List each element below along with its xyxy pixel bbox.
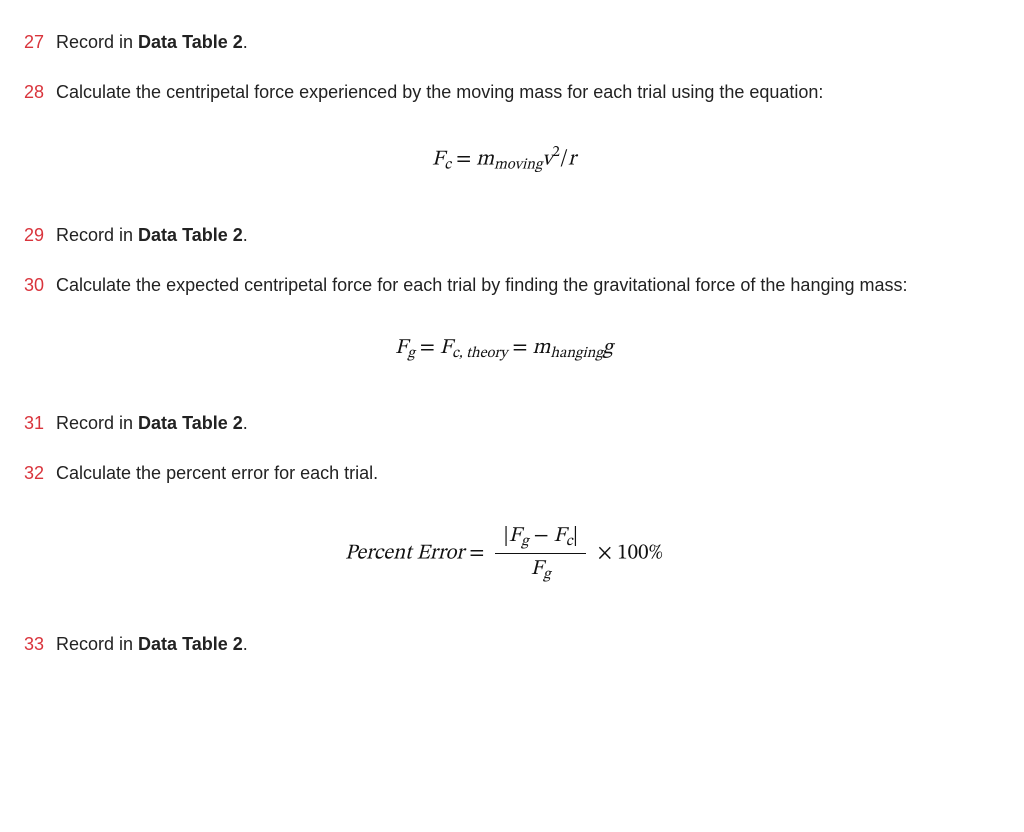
text-post: .	[243, 32, 248, 52]
minus: −	[529, 525, 554, 546]
step-33: 33 Record in Data Table 2.	[24, 632, 984, 656]
equals2: =	[507, 337, 532, 358]
step-text: Record in Data Table 2.	[56, 411, 984, 435]
var-F2: F	[440, 337, 452, 358]
abs-close: |	[573, 525, 579, 546]
equals: =	[451, 148, 476, 169]
step-text: Calculate the centripetal force experien…	[56, 80, 984, 104]
instruction-page: 27 Record in Data Table 2. 28 Calculate …	[0, 0, 1024, 712]
sub-hanging: hanging	[550, 345, 602, 361]
var-m: m	[532, 337, 550, 358]
step-text: Record in Data Table 2.	[56, 30, 984, 54]
equation-gravitational-force: Fg = Fc, theory = mhangingg	[24, 335, 984, 363]
fraction-denominator: Fg	[495, 554, 586, 584]
equals: =	[464, 542, 489, 563]
sub-g: g	[521, 533, 528, 549]
text-pre: Record in	[56, 634, 138, 654]
var-F: F	[531, 558, 543, 579]
step-number: 32	[24, 461, 56, 485]
equals: =	[415, 337, 440, 358]
step-text: Record in Data Table 2.	[56, 223, 984, 247]
text-pre: Record in	[56, 225, 138, 245]
step-number: 29	[24, 223, 56, 247]
step-number: 27	[24, 30, 56, 54]
text-post: .	[243, 413, 248, 433]
sub-moving: moving	[494, 157, 542, 173]
sup-2: 2	[552, 144, 559, 160]
step-text: Calculate the expected centripetal force…	[56, 273, 984, 297]
fraction: |Fg − Fc| Fg	[495, 523, 586, 584]
sub-ctheory: c, theory	[452, 345, 507, 361]
var-r: r	[568, 148, 576, 169]
step-number: 31	[24, 411, 56, 435]
equation-centripetal-force: Fc = mmovingv2/r	[24, 142, 984, 175]
text-bold: Data Table 2	[138, 32, 243, 52]
step-number: 28	[24, 80, 56, 104]
hundred-percent: 100%	[617, 542, 663, 563]
var-F: F	[509, 525, 521, 546]
step-31: 31 Record in Data Table 2.	[24, 411, 984, 435]
sub-g: g	[407, 345, 414, 361]
step-29: 29 Record in Data Table 2.	[24, 223, 984, 247]
text-bold: Data Table 2	[138, 634, 243, 654]
equation-percent-error: Percent Error = |Fg − Fc| Fg × 100%	[24, 523, 984, 584]
step-text: Record in Data Table 2.	[56, 632, 984, 656]
step-27: 27 Record in Data Table 2.	[24, 30, 984, 54]
slash: /	[560, 148, 568, 169]
text-pre: Record in	[56, 413, 138, 433]
var-F: F	[395, 337, 407, 358]
var-Fc: F	[554, 525, 566, 546]
var-m: m	[476, 148, 494, 169]
sub-c: c	[566, 533, 573, 549]
text-post: .	[243, 225, 248, 245]
text-bold: Data Table 2	[138, 413, 243, 433]
step-number: 33	[24, 632, 56, 656]
label-percent-error: Percent Error	[345, 542, 464, 563]
text-bold: Data Table 2	[138, 225, 243, 245]
fraction-numerator: |Fg − Fc|	[495, 523, 586, 554]
step-28: 28 Calculate the centripetal force exper…	[24, 80, 984, 104]
step-number: 30	[24, 273, 56, 297]
times: ×	[592, 542, 617, 563]
step-30: 30 Calculate the expected centripetal fo…	[24, 273, 984, 297]
var-v: v	[542, 148, 552, 169]
step-32: 32 Calculate the percent error for each …	[24, 461, 984, 485]
text-pre: Record in	[56, 32, 138, 52]
var-F: F	[432, 148, 444, 169]
sub-g: g	[543, 566, 550, 582]
text-post: .	[243, 634, 248, 654]
var-g: g	[603, 337, 613, 358]
step-text: Calculate the percent error for each tri…	[56, 461, 984, 485]
